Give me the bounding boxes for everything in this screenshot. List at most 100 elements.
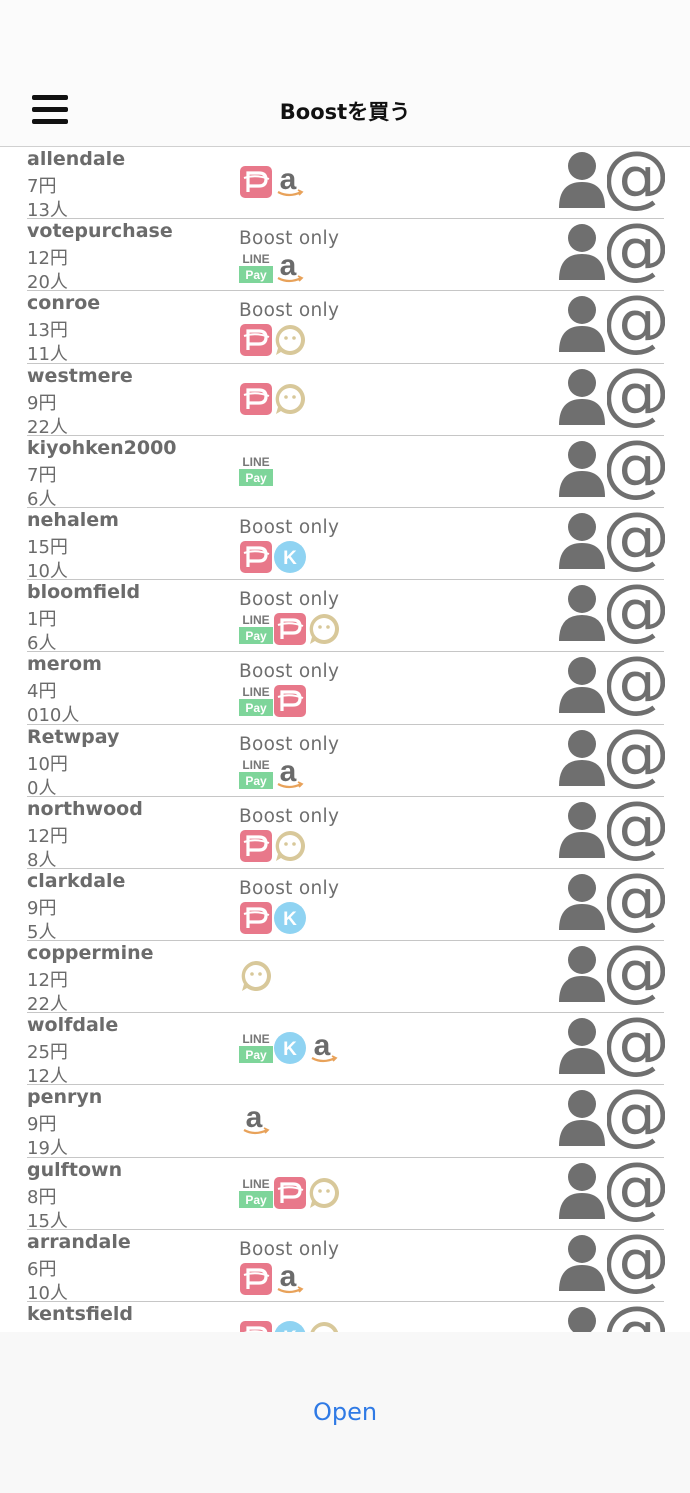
user-profile-icon[interactable] (557, 1233, 607, 1293)
price: 12円 (27, 248, 68, 270)
mention-at-icon[interactable]: @ (607, 508, 665, 572)
mention-at-icon[interactable]: @ (607, 219, 665, 283)
paypay-icon (239, 540, 273, 574)
amazon-icon: a (273, 251, 311, 285)
user-profile-icon[interactable] (557, 1305, 607, 1332)
linepay-icon: LINE Pay (239, 1031, 273, 1065)
user-profile-icon[interactable] (557, 222, 607, 282)
price: 7円 (27, 464, 57, 486)
list-row[interactable]: Retwpay 10円 0人Boost onlyLINE Paya @ (27, 725, 665, 799)
user-profile-icon[interactable] (557, 439, 607, 499)
user-name: northwood (27, 797, 143, 820)
svg-text:a: a (280, 165, 297, 196)
user-profile-icon[interactable] (557, 294, 607, 354)
mention-at-icon[interactable]: @ (607, 1013, 665, 1077)
linepay-icon: LINE Pay (239, 454, 273, 488)
list-row[interactable]: wolfdale 25円 12人 LINE Pay Ka @ (27, 1013, 665, 1087)
list-row[interactable]: westmere 9円 22人 @ (27, 364, 665, 438)
price: 9円 (27, 392, 57, 414)
price: 7円 (27, 176, 57, 197)
member-count: 0人 (27, 777, 57, 799)
mention-at-icon[interactable]: @ (607, 1085, 665, 1149)
list-row[interactable]: conroe 13円 11人 Boost only @ (27, 291, 665, 365)
list-row[interactable]: clarkdale 9円 5人 Boost only K @ (27, 869, 665, 943)
list-row[interactable]: gulftown 8円 15人 LINE Pay @ (27, 1158, 665, 1232)
user-profile-icon[interactable] (557, 367, 607, 427)
mention-at-icon[interactable]: @ (607, 147, 665, 211)
payment-methods: LINE Pay Ka (239, 1031, 345, 1065)
member-count: 6人 (27, 633, 57, 655)
user-profile-icon[interactable] (557, 655, 607, 715)
open-button[interactable]: Open (0, 1398, 690, 1426)
user-name: westmere (27, 364, 133, 387)
user-profile-icon[interactable] (557, 583, 607, 643)
svg-text:K: K (283, 909, 297, 930)
svg-text:a: a (280, 251, 297, 282)
list-row[interactable]: nehalem 15円 10人 Boost only K @ (27, 508, 665, 582)
list-row[interactable]: arrandale 6円 10人 Boost only a @ (27, 1230, 665, 1304)
user-profile-icon[interactable] (557, 872, 607, 932)
member-count: 19人 (27, 1138, 68, 1160)
svg-text:Pay: Pay (245, 1048, 267, 1062)
svg-text:a: a (246, 1103, 263, 1134)
boost-list[interactable]: allendale 7円 13人 a @ votepurchase 12円 20… (0, 147, 690, 1332)
user-name: allendale (27, 148, 126, 170)
price: 6円 (27, 1258, 57, 1280)
user-name: merom (27, 653, 102, 676)
svg-text:a: a (280, 1262, 297, 1293)
list-row[interactable]: bloomfield 1円 6人Boost onlyLINE Pay @ (27, 580, 665, 655)
svg-text:@: @ (607, 1230, 665, 1294)
user-name: wolfdale (27, 1014, 119, 1037)
user-profile-icon[interactable] (557, 1016, 607, 1076)
user-profile-icon[interactable] (557, 944, 607, 1004)
list-row[interactable]: kentsfield 15円 K @ (27, 1302, 665, 1332)
chat-icon (273, 382, 307, 416)
mention-at-icon[interactable]: @ (607, 725, 665, 789)
user-profile-icon[interactable] (557, 800, 607, 860)
paypay-icon (239, 323, 273, 357)
boost-only-label: Boost only (239, 516, 340, 538)
svg-text:LINE: LINE (242, 758, 269, 772)
user-profile-icon[interactable] (557, 1161, 607, 1221)
mention-at-icon[interactable]: @ (607, 797, 665, 861)
paypay-icon (273, 612, 307, 646)
svg-text:@: @ (607, 1302, 665, 1332)
list-row[interactable]: penryn 9円 19人 a @ (27, 1085, 665, 1160)
mention-at-icon[interactable]: @ (607, 652, 665, 716)
mention-at-icon[interactable]: @ (607, 1302, 665, 1332)
list-row[interactable]: northwood 12円 8人 Boost only @ (27, 797, 665, 871)
paypay-icon (239, 1320, 273, 1332)
svg-text:K: K (283, 1039, 297, 1060)
svg-text:Pay: Pay (245, 774, 267, 788)
mention-at-icon[interactable]: @ (607, 291, 665, 355)
mention-at-icon[interactable]: @ (607, 869, 665, 933)
member-count: 010人 (27, 705, 80, 727)
svg-text:@: @ (607, 1158, 665, 1222)
payment-methods: K (239, 1320, 341, 1332)
chat-icon (239, 959, 273, 993)
payment-methods: LINE Pay a (239, 251, 311, 285)
list-row[interactable]: kiyohken2000 7円 6人 LINE Pay @ (27, 436, 665, 510)
amazon-icon: a (239, 1103, 277, 1137)
user-profile-icon[interactable] (557, 1088, 607, 1148)
mention-at-icon[interactable]: @ (607, 1158, 665, 1222)
list-row[interactable]: allendale 7円 13人 a @ (27, 147, 665, 221)
mention-at-icon[interactable]: @ (607, 436, 665, 500)
mention-at-icon[interactable]: @ (607, 941, 665, 1005)
list-row[interactable]: coppermine 12円 22人 @ (27, 941, 665, 1015)
member-count: 20人 (27, 272, 68, 294)
user-name: votepurchase (27, 220, 173, 243)
mention-at-icon[interactable]: @ (607, 580, 665, 644)
member-count: 13人 (27, 200, 68, 221)
list-row[interactable]: merom 4円 010人Boost onlyLINE Pay @ (27, 652, 665, 727)
user-profile-icon[interactable] (557, 511, 607, 571)
user-profile-icon[interactable] (557, 728, 607, 788)
list-row[interactable]: votepurchase 12円 20人 Boost only LINE Pay a … (27, 219, 665, 294)
mention-at-icon[interactable]: @ (607, 1230, 665, 1294)
mention-at-icon[interactable]: @ (607, 364, 665, 428)
user-profile-icon[interactable] (557, 150, 607, 210)
boost-only-label: Boost only (239, 589, 340, 611)
amazon-icon: a (307, 1031, 345, 1065)
payment-methods: LINE Pay (239, 454, 273, 488)
boost-only-label: Boost only (239, 1238, 340, 1260)
